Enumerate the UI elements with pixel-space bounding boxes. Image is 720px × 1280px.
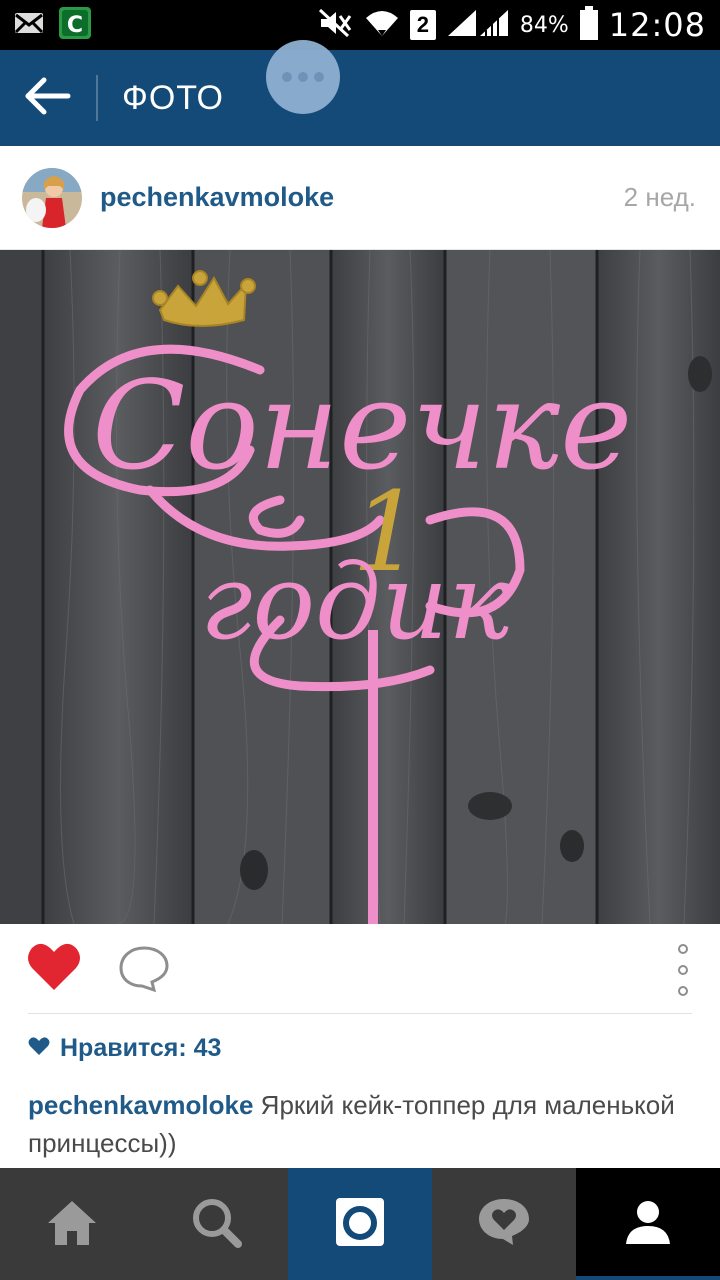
status-bar: C 2 84% 12:08 bbox=[0, 0, 720, 50]
nav-activity[interactable] bbox=[432, 1168, 576, 1280]
likes-label: Нравится: 43 bbox=[60, 1034, 222, 1062]
post-photo[interactable]: 1 Сонечке годик bbox=[0, 250, 720, 924]
dot bbox=[678, 986, 688, 996]
bottom-nav bbox=[0, 1168, 720, 1280]
status-clock: 12:08 bbox=[608, 6, 706, 44]
nav-home[interactable] bbox=[0, 1168, 144, 1280]
dot bbox=[298, 72, 308, 82]
likes-count[interactable]: Нравится: 43 bbox=[28, 1034, 221, 1063]
post-caption: pechenkavmoloke Яркий кейк-топпер для ма… bbox=[28, 1086, 688, 1162]
activity-icon bbox=[477, 1197, 531, 1252]
caption-username[interactable]: pechenkavmoloke bbox=[28, 1090, 253, 1120]
dot bbox=[678, 944, 688, 954]
overflow-menu-button[interactable] bbox=[266, 40, 340, 114]
profile-icon bbox=[624, 1198, 672, 1251]
mute-icon bbox=[318, 8, 354, 43]
wifi-icon bbox=[364, 8, 400, 43]
search-icon bbox=[190, 1196, 242, 1253]
post-actions bbox=[0, 924, 720, 1014]
post-username[interactable]: pechenkavmoloke bbox=[100, 182, 334, 213]
app-bar-divider bbox=[96, 75, 98, 121]
back-button[interactable] bbox=[0, 50, 96, 146]
avatar[interactable] bbox=[22, 167, 82, 228]
svg-text:C: C bbox=[67, 13, 83, 38]
nav-profile[interactable] bbox=[576, 1168, 720, 1280]
app-bar: ФОТО bbox=[0, 50, 720, 146]
battery-icon bbox=[579, 5, 599, 45]
divider bbox=[28, 1013, 692, 1014]
sim-slot-badge: 2 bbox=[409, 10, 436, 40]
small-heart-icon bbox=[28, 1036, 50, 1061]
signal-icon bbox=[446, 8, 510, 43]
app-notification-icon: C bbox=[58, 6, 92, 45]
post-time: 2 нед. bbox=[623, 182, 696, 212]
dot bbox=[678, 965, 688, 975]
photo-line-1: Сонечке bbox=[92, 355, 632, 497]
nav-camera[interactable] bbox=[288, 1168, 432, 1280]
like-heart-icon[interactable] bbox=[26, 940, 82, 994]
comment-bubble-icon[interactable] bbox=[118, 944, 170, 994]
camera-icon bbox=[334, 1196, 386, 1253]
photo-line-2: годик bbox=[200, 541, 511, 663]
dot bbox=[314, 72, 324, 82]
dot bbox=[282, 72, 292, 82]
post-header: pechenkavmoloke 2 нед. bbox=[0, 146, 720, 250]
page-title: ФОТО bbox=[122, 78, 224, 117]
home-icon bbox=[44, 1197, 100, 1252]
battery-percent: 84% bbox=[519, 12, 569, 38]
back-arrow-icon bbox=[24, 76, 72, 121]
nav-search[interactable] bbox=[144, 1168, 288, 1280]
post-options-button[interactable] bbox=[672, 944, 694, 996]
mail-icon bbox=[14, 11, 44, 40]
